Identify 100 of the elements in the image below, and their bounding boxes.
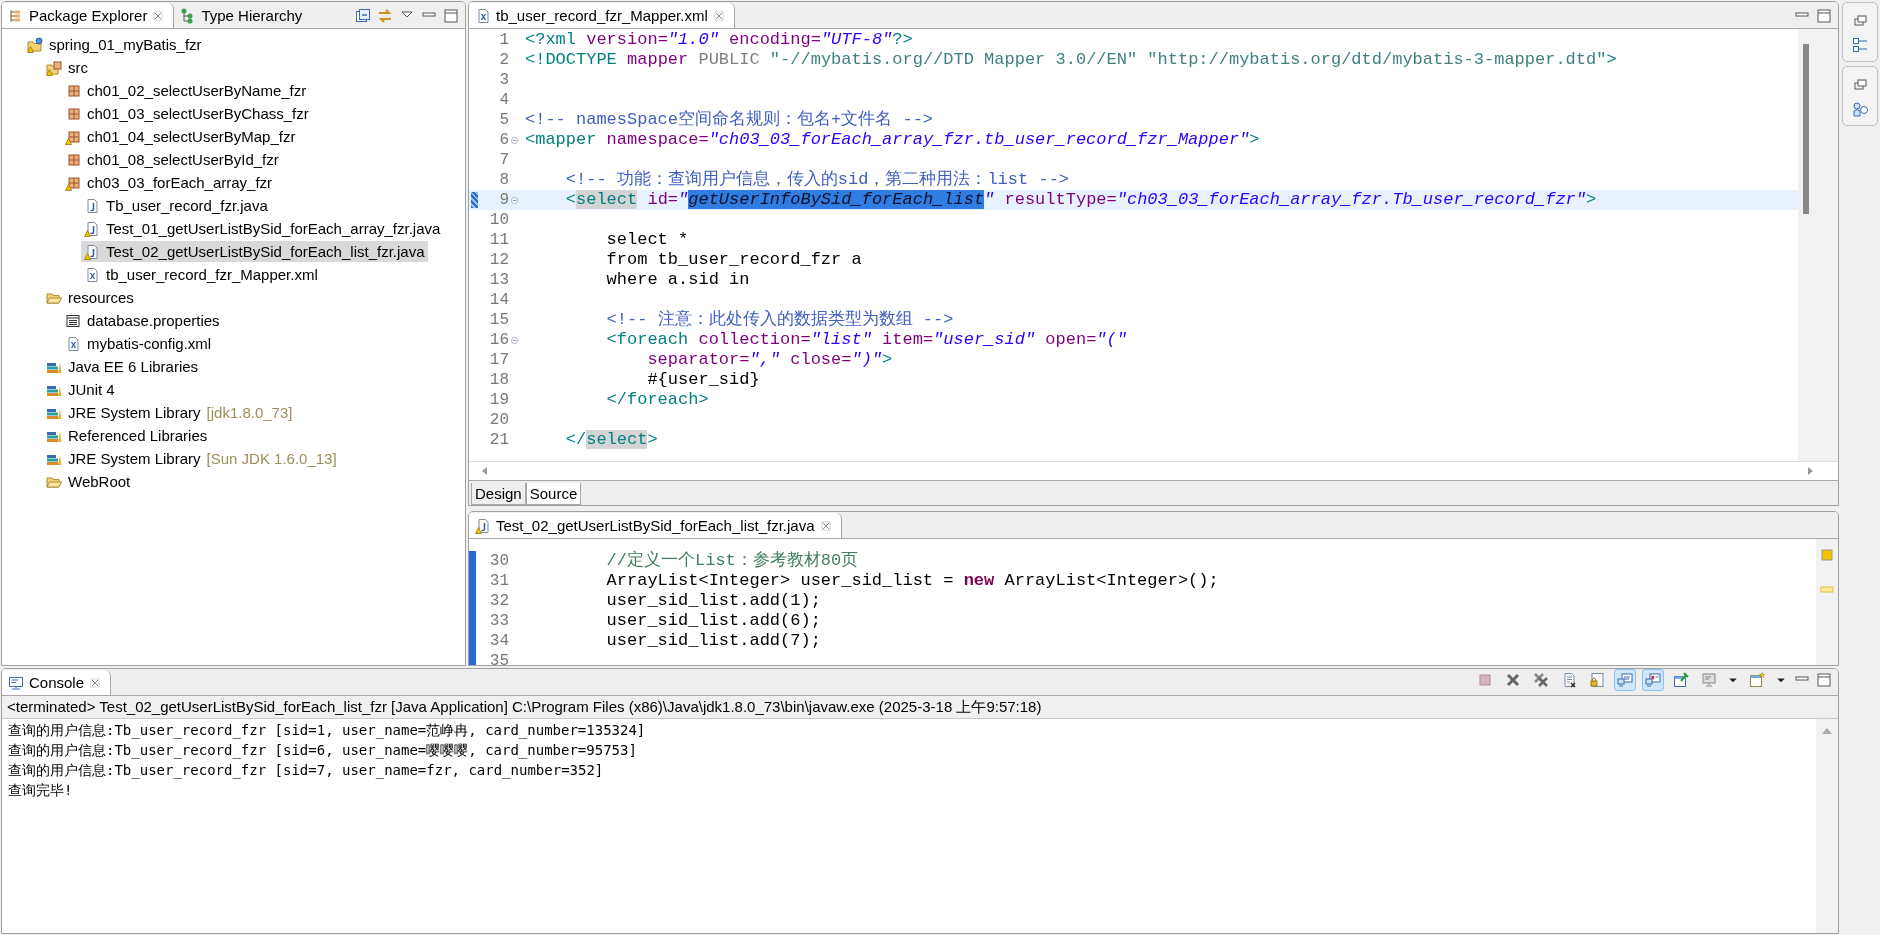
code-line: <!-- 注意：此处传入的数据类型为数组 --> xyxy=(605,310,954,330)
line-number: 14 xyxy=(488,290,509,310)
code-line: <foreach collection="list" item="user_sid" open="(" xyxy=(605,330,1127,350)
editor-tab[interactable]: tb_user_record_fzr_Mapper.xml xyxy=(469,3,735,28)
code-line: ArrayList<Integer> user_sid_list = new ArrayList<Integer>(); xyxy=(605,571,1219,591)
remove-all-icon xyxy=(1533,672,1549,688)
line-number: 1 xyxy=(498,30,509,50)
close-icon[interactable] xyxy=(819,519,832,532)
code-line: <!-- namesSpace空间命名规则：包名+文件名 --> xyxy=(524,110,934,130)
fold-icon[interactable] xyxy=(509,334,520,346)
package-icon xyxy=(65,105,81,122)
toolbar-button[interactable] xyxy=(1614,669,1636,691)
fold-icon[interactable] xyxy=(509,134,520,146)
line-number: 12 xyxy=(488,250,509,270)
line-number: 13 xyxy=(488,270,509,290)
properties-file-icon xyxy=(65,312,81,329)
tree-item[interactable]: spring_01_myBatis_fzr xyxy=(24,34,205,55)
code-line: <?xml version="1.0" encoding="UTF-8"?> xyxy=(524,30,913,50)
line-number: 15 xyxy=(488,310,509,330)
tree-item[interactable]: Test_02_getUserListBySid_forEach_list_fzr.java xyxy=(81,241,428,262)
tree-item[interactable]: ch01_03_selectUserByChass_fzr xyxy=(62,103,312,124)
java-file-icon xyxy=(84,243,100,260)
restore-icon[interactable] xyxy=(1852,77,1868,93)
help-icon[interactable] xyxy=(1852,101,1868,117)
maximize-icon[interactable] xyxy=(443,8,459,24)
tree-item[interactable]: ch01_02_selectUserByName_fzr xyxy=(62,80,310,101)
tree-item[interactable]: JRE System Library [Sun JDK 1.6.0_13] xyxy=(43,448,340,469)
code-line: <select id="getUserInfoBySid_forEach_list" resultType="ch03_03_forEach_array_fzr.Tb_user_record_fzr"> xyxy=(564,190,1597,210)
tree-item[interactable]: JUnit 4 xyxy=(43,379,118,400)
tree-item[interactable]: ch03_03_forEach_array_fzr xyxy=(62,172,276,193)
line-number: 34 xyxy=(469,631,509,651)
project-icon xyxy=(27,36,43,53)
collapse-all-icon[interactable] xyxy=(355,8,371,24)
tree-item[interactable]: Java EE 6 Libraries xyxy=(43,356,202,377)
pin-icon xyxy=(1673,672,1689,688)
scrollbar-thumb[interactable] xyxy=(1803,44,1809,214)
console-line: 查询的用户信息:Tb_user_record_fzr [sid=1, user_name=范峥冉, card_number=135324] xyxy=(8,721,647,740)
line-number: 10 xyxy=(488,210,509,230)
tree-item[interactable]: src xyxy=(43,57,91,78)
tree-item[interactable]: Referenced Libraries xyxy=(43,425,211,446)
restore-icon[interactable] xyxy=(1852,13,1868,29)
fold-icon[interactable] xyxy=(509,194,520,206)
code-line: user_sid_list.add(7); xyxy=(605,631,821,651)
line-number: 19 xyxy=(488,390,509,410)
toolbar-button[interactable] xyxy=(1642,669,1664,691)
view-tab[interactable]: Package Explorer xyxy=(2,3,175,28)
console-line: 查询的用户信息:Tb_user_record_fzr [sid=7, user_name=fzr, card_number=352] xyxy=(8,761,605,780)
tree-item[interactable]: database.properties xyxy=(62,310,223,331)
line-number: 4 xyxy=(498,90,509,110)
line-number: 30 xyxy=(469,551,509,571)
line-number: 6 xyxy=(498,130,509,150)
tree-item[interactable]: ch01_04_selectUserByMap_fzr xyxy=(62,126,299,147)
line-number: 31 xyxy=(469,571,509,591)
editor-mode-tab[interactable]: Design xyxy=(471,483,526,505)
code-line: <mapper namespace="ch03_03_forEach_array_fzr.tb_user_record_fzr_Mapper"> xyxy=(524,130,1260,150)
link-icon[interactable] xyxy=(377,8,393,24)
line-number: 2 xyxy=(498,50,509,70)
editor-mode-tab[interactable]: Source xyxy=(525,483,582,505)
remove-icon xyxy=(1505,672,1521,688)
tree-item[interactable]: Tb_user_record_fzr.java xyxy=(81,195,271,216)
tree-item[interactable]: resources xyxy=(43,287,137,308)
java-file-icon xyxy=(475,517,491,534)
code-line: user_sid_list.add(6); xyxy=(605,611,821,631)
tree-item[interactable]: JRE System Library [jdk1.8.0_73] xyxy=(43,402,296,423)
package-icon xyxy=(65,174,81,191)
maximize-icon[interactable] xyxy=(1816,672,1832,688)
close-icon[interactable] xyxy=(152,9,165,22)
view-tab[interactable]: Console xyxy=(2,670,112,695)
java-file-icon xyxy=(84,197,100,214)
console-line: 查询的用户信息:Tb_user_record_fzr [sid=6, user_name=嘤嘤嘤, card_number=95753] xyxy=(8,741,638,760)
scrollbar[interactable] xyxy=(1798,29,1816,461)
package-icon xyxy=(65,128,81,145)
tree-item[interactable]: WebRoot xyxy=(43,471,134,492)
line-number: 8 xyxy=(498,170,509,190)
tree-item[interactable]: tb_user_record_fzr_Mapper.xml xyxy=(81,264,321,285)
package-icon xyxy=(65,82,81,99)
console-icon xyxy=(8,674,24,691)
editor-tab[interactable]: Test_02_getUserListBySid_forEach_list_fzr.java xyxy=(469,513,842,538)
maximize-icon[interactable] xyxy=(1816,8,1832,24)
line-number: 5 xyxy=(498,110,509,130)
line-number: 9 xyxy=(469,190,509,210)
code-line: </foreach> xyxy=(605,390,709,410)
tree-item[interactable]: mybatis-config.xml xyxy=(62,333,215,354)
close-icon[interactable] xyxy=(712,9,725,22)
line-number: 21 xyxy=(488,430,509,450)
line-number: 16 xyxy=(488,330,509,350)
tree-item[interactable]: ch01_08_selectUserById_fzr xyxy=(62,149,282,170)
code-line: </select> xyxy=(564,430,658,450)
monitor-icon xyxy=(1701,672,1717,688)
line-number: 17 xyxy=(488,350,509,370)
tree-item[interactable]: Test_01_getUserListBySid_forEach_array_fzr.java xyxy=(81,218,444,239)
code-line: user_sid_list.add(1); xyxy=(605,591,821,611)
outline-icon[interactable] xyxy=(1852,37,1868,53)
view-tab[interactable]: Type Hierarchy xyxy=(174,3,312,28)
code-line: select * xyxy=(605,230,689,250)
close-icon[interactable] xyxy=(89,676,102,689)
code-line: separator="," close=")"> xyxy=(646,350,893,370)
line-number: 18 xyxy=(488,370,509,390)
package-icon xyxy=(65,151,81,168)
console-output-icon xyxy=(1617,672,1633,688)
